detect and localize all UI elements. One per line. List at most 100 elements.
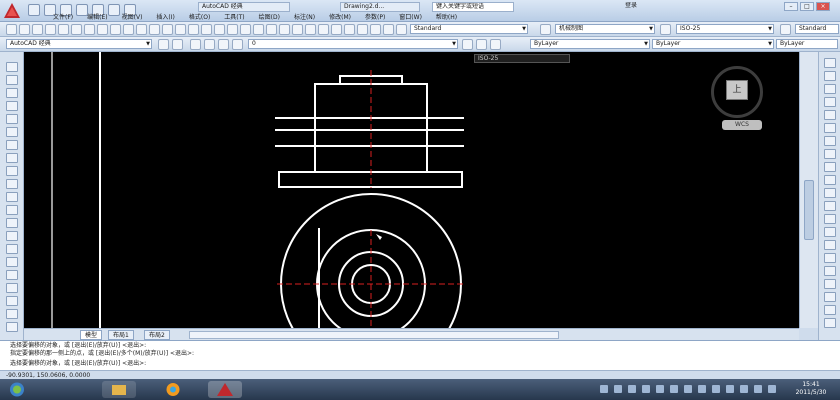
table-style-icon[interactable] [660,24,671,35]
tool-icon[interactable] [292,24,303,35]
linetype-select[interactable]: ByLayer ▼ [652,39,774,49]
tool-icon[interactable] [305,24,316,35]
tool-icon[interactable] [58,24,69,35]
horizontal-scrollbar[interactable] [189,331,559,339]
tray-icon[interactable] [698,385,706,393]
tool-icon[interactable] [357,24,368,35]
draw-tool-icon[interactable] [6,283,18,293]
modify-tool-icon[interactable] [824,279,836,289]
draw-tool-icon[interactable] [6,88,18,98]
tool-icon[interactable] [396,24,407,35]
system-clock[interactable]: 15:41 2011/5/30 [786,381,836,397]
autocad-taskbar-icon[interactable] [208,381,242,398]
draw-tool-icon[interactable] [6,62,18,72]
tool-icon[interactable] [19,24,30,35]
menu-format[interactable]: 格式(O) [182,13,217,22]
layer-match-icon[interactable] [490,39,501,50]
modify-tool-icon[interactable] [824,318,836,328]
lineweight-select[interactable]: ByLayer [776,39,838,49]
layer-state-icon[interactable] [190,39,201,50]
command-line[interactable]: 选择要偏移的对象，或 [退出(E)/放弃(U)] <退出>: 指定要偏移的那一侧… [0,340,840,370]
explorer-icon[interactable] [102,381,136,398]
color-select[interactable]: ByLayer ▼ [530,39,650,49]
minimize-button[interactable]: – [784,2,798,11]
search-input[interactable]: 键入关键字或短语 [432,2,514,12]
close-button[interactable]: × [816,2,830,11]
draw-tool-icon[interactable] [6,192,18,202]
draw-tool-icon[interactable] [6,296,18,306]
tool-icon[interactable] [6,24,17,35]
tab-layout1[interactable]: 布局1 [108,330,134,340]
tool-icon[interactable] [45,24,56,35]
settings-icon[interactable] [158,39,169,50]
workspace-select[interactable]: AutoCAD 经典 ▼ [6,39,152,49]
modify-tool-icon[interactable] [824,149,836,159]
workspace-selector[interactable]: AutoCAD 经典 [198,2,290,12]
menu-window[interactable]: 窗口(W) [392,13,429,22]
draw-tool-icon[interactable] [6,231,18,241]
modify-tool-icon[interactable] [824,97,836,107]
modify-tool-icon[interactable] [824,136,836,146]
drawing-canvas[interactable]: ISO-25 上 WCS [24,52,799,375]
draw-tool-icon[interactable] [6,257,18,267]
tool-icon[interactable] [188,24,199,35]
modify-tool-icon[interactable] [824,71,836,81]
dim-style-select[interactable]: ISO-25 ▼ [676,24,774,34]
menu-insert[interactable]: 插入(I) [149,13,181,22]
tool-icon[interactable] [162,24,173,35]
tray-icon[interactable] [754,385,762,393]
table-style-select[interactable]: Standard [795,24,839,34]
tool-icon[interactable] [71,24,82,35]
tool-icon[interactable] [149,24,160,35]
viewcube-face[interactable]: 上 [726,80,748,100]
draw-tool-icon[interactable] [6,127,18,137]
tool-icon[interactable] [227,24,238,35]
login-link[interactable]: 登录 [622,2,656,12]
maximize-button[interactable]: □ [800,2,814,11]
tray-icon[interactable] [684,385,692,393]
tool-icon[interactable] [253,24,264,35]
autocad-app-icon[interactable] [2,1,22,21]
draw-tool-icon[interactable] [6,166,18,176]
modify-tool-icon[interactable] [824,266,836,276]
tool-icon[interactable] [279,24,290,35]
tool-icon[interactable] [84,24,95,35]
tool-icon[interactable] [240,24,251,35]
menu-view[interactable]: 视图(V) [115,13,150,22]
menu-modify[interactable]: 修改(M) [322,13,358,22]
tab-model[interactable]: 模型 [80,330,103,340]
modify-tool-icon[interactable] [824,188,836,198]
modify-tool-icon[interactable] [824,58,836,68]
tray-icon[interactable] [768,385,776,393]
new-file-icon[interactable] [28,4,40,16]
tab-layout2[interactable]: 布局2 [144,330,170,340]
menu-parametric[interactable]: 参数(P) [358,13,392,22]
text-style-select[interactable]: Standard ▼ [410,24,528,34]
tool-icon[interactable] [370,24,381,35]
sun-icon[interactable] [218,39,229,50]
dim-style-label-select[interactable]: 机械制图 ▼ [555,24,655,34]
tray-icon[interactable] [642,385,650,393]
layer-properties-icon[interactable] [172,39,183,50]
tray-icon[interactable] [614,385,622,393]
tray-icon[interactable] [600,385,608,393]
menu-tools[interactable]: 工具(T) [217,13,251,22]
tool-icon[interactable] [214,24,225,35]
tray-icon[interactable] [628,385,636,393]
draw-tool-icon[interactable] [6,244,18,254]
tool-icon[interactable] [32,24,43,35]
draw-tool-icon[interactable] [6,309,18,319]
tool-icon[interactable] [266,24,277,35]
draw-tool-icon[interactable] [6,205,18,215]
draw-tool-icon[interactable] [6,270,18,280]
modify-tool-icon[interactable] [824,162,836,172]
tool-icon[interactable] [383,24,394,35]
modify-tool-icon[interactable] [824,84,836,94]
menu-help[interactable]: 帮助(H) [429,13,464,22]
tray-icon[interactable] [740,385,748,393]
start-button[interactable] [2,381,32,398]
modify-tool-icon[interactable] [824,214,836,224]
modify-tool-icon[interactable] [824,227,836,237]
menu-edit[interactable]: 编辑(E) [80,13,114,22]
tray-icon[interactable] [712,385,720,393]
